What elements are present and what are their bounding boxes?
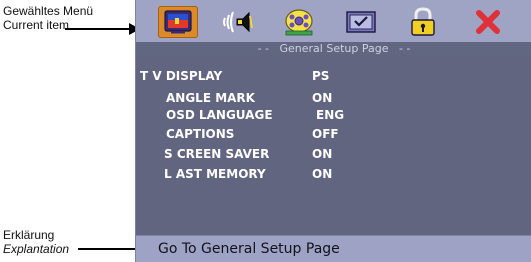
setting-row-last-memory[interactable]: L AST MEMORY ON bbox=[136, 166, 531, 183]
setting-value: ON bbox=[312, 167, 333, 181]
setting-label: CAPTIONS bbox=[166, 127, 235, 141]
annotation-explanation: Erklärung Explantation bbox=[3, 228, 69, 256]
status-bar: Go To General Setup Page bbox=[136, 235, 531, 262]
setting-value: ON bbox=[312, 147, 333, 161]
setup-tab-bar bbox=[136, 0, 531, 42]
tab-video-setup[interactable] bbox=[279, 6, 319, 38]
setting-row-captions[interactable]: CAPTIONS OFF bbox=[136, 126, 531, 143]
setting-label: ANGLE MARK bbox=[166, 91, 255, 105]
audio-speaker-icon bbox=[223, 11, 253, 33]
status-explanation-text: Go To General Setup Page bbox=[158, 241, 340, 257]
tab-general-setup[interactable] bbox=[158, 6, 198, 38]
current-item-arrow bbox=[65, 23, 140, 35]
preferences-checkbox-icon bbox=[346, 11, 376, 33]
osd-screen: - - General Setup Page - - T V DISPLAY P… bbox=[135, 0, 531, 262]
setting-row-screen-saver[interactable]: S CREEN SAVER ON bbox=[136, 146, 531, 163]
annotation-current-item-de: Gewähltes Menü bbox=[3, 4, 94, 18]
tab-password-setup[interactable] bbox=[403, 6, 443, 38]
tab-exit[interactable] bbox=[468, 6, 508, 38]
page-title: - - General Setup Page - - bbox=[136, 42, 531, 55]
setting-label: S CREEN SAVER bbox=[164, 147, 270, 161]
setting-value: ON bbox=[312, 91, 333, 105]
settings-list: T V DISPLAY PS ANGLE MARK ON OSD LANGUAG… bbox=[136, 55, 531, 235]
setting-label: OSD LANGUAGE bbox=[166, 108, 273, 122]
tab-preferences[interactable] bbox=[341, 6, 381, 38]
setting-row-angle-mark[interactable]: ANGLE MARK ON bbox=[136, 90, 531, 107]
password-lock-icon bbox=[411, 7, 435, 36]
setting-value: OFF bbox=[312, 127, 339, 141]
annotation-explanation-de: Erklärung bbox=[3, 228, 55, 242]
setting-row-tv-display[interactable]: T V DISPLAY PS bbox=[136, 68, 531, 85]
setting-label: T V DISPLAY bbox=[140, 69, 223, 83]
annotation-explanation-en: Explantation bbox=[3, 242, 70, 256]
general-setup-icon bbox=[164, 10, 192, 34]
tab-audio-setup[interactable] bbox=[218, 6, 258, 38]
explanation-arrow bbox=[78, 243, 146, 255]
video-reel-icon bbox=[285, 9, 313, 36]
setting-row-osd-language[interactable]: OSD LANGUAGE ENG bbox=[136, 107, 531, 124]
setting-value: ENG bbox=[316, 108, 345, 122]
exit-x-icon bbox=[476, 10, 500, 34]
setting-label: L AST MEMORY bbox=[164, 167, 266, 181]
setting-value: PS bbox=[312, 69, 330, 83]
